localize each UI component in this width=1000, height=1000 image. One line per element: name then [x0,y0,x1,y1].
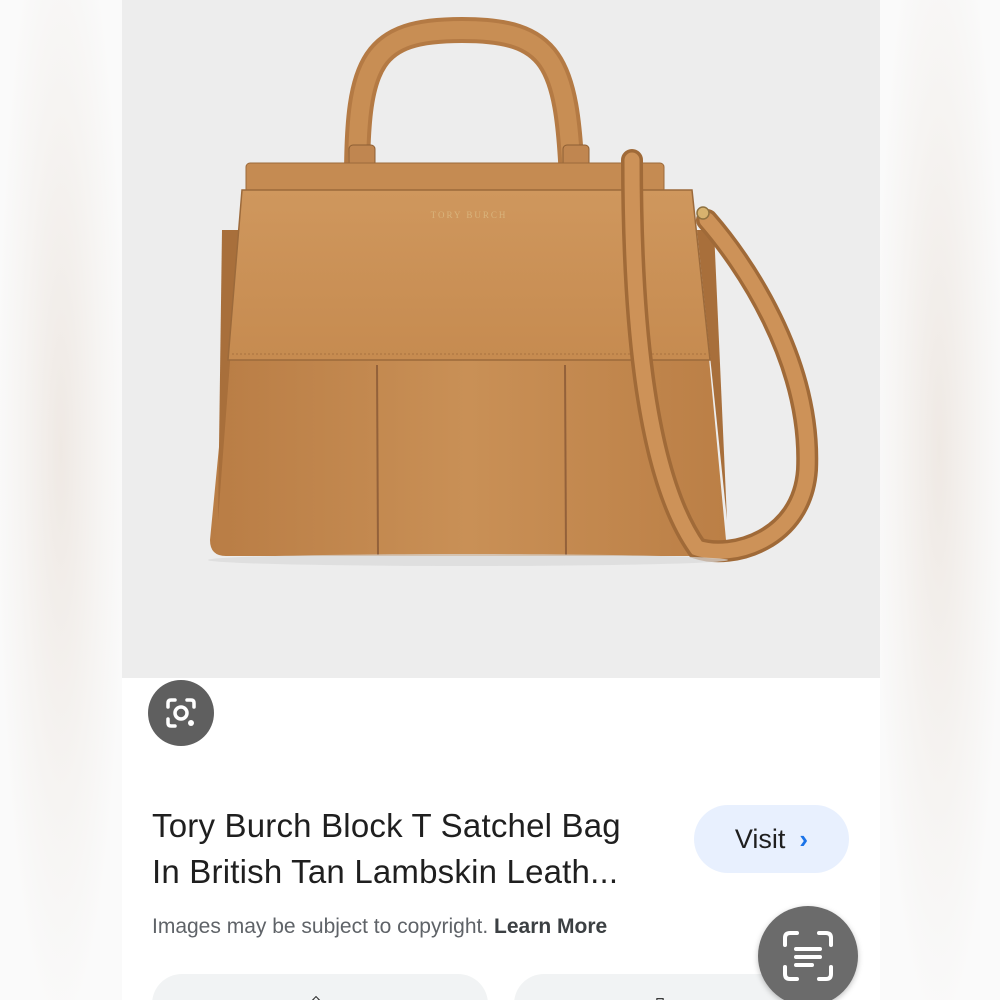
share-button[interactable]: ⇪ [152,974,488,1000]
product-title[interactable]: Tory Burch Block T Satchel Bag In Britis… [152,803,682,895]
chevron-right-icon: › [799,824,809,854]
text-scan-icon [783,931,833,981]
lens-search-button[interactable] [148,680,214,746]
copyright-notice: Images may be subject to copyright. Lear… [152,915,607,939]
background-blur-right [878,0,1000,1000]
copyright-text: Images may be subject to copyright. [152,915,489,938]
bookmark-icon: ▯ [654,992,665,1000]
text-scan-button[interactable] [758,906,858,1000]
share-icon: ⇪ [308,992,325,1000]
product-title-line1: Tory Burch Block T Satchel Bag [152,807,621,844]
background-blur-left [0,0,122,1000]
screenshot-frame: TORY BURCH Tory Burch Block T Satchel Ba… [0,0,1000,1000]
product-image[interactable]: TORY BURCH [122,0,880,678]
phone-screen: TORY BURCH Tory Burch Block T Satchel Ba… [122,0,880,1000]
visit-label: Visit [734,823,786,854]
product-title-line2: In British Tan Lambskin Leath... [152,853,619,890]
visit-button[interactable]: Visit › [694,805,849,873]
learn-more-link[interactable]: Learn More [494,915,607,938]
brand-stamp: TORY BURCH [431,210,508,220]
lens-search-icon [166,698,196,728]
handbag-illustration: TORY BURCH [208,16,819,566]
